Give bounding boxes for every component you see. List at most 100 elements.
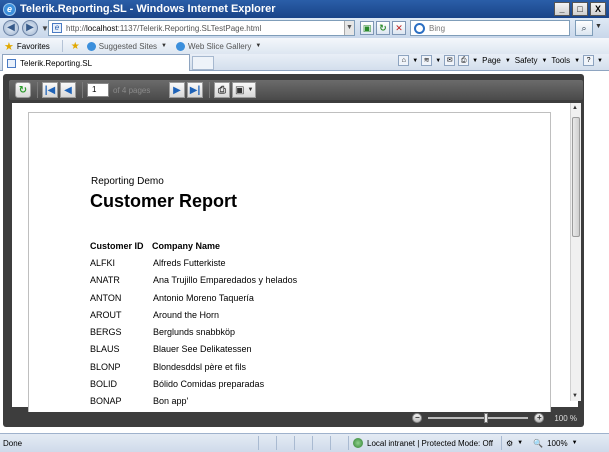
search-box[interactable]: Bing <box>410 20 570 36</box>
compatibility-view-icon[interactable]: ▣ <box>360 21 374 35</box>
save-icon: ▣ <box>235 84 245 96</box>
first-page-button[interactable]: |◀ <box>42 82 58 98</box>
company-name-cell: Alfreds Futterkiste <box>153 258 226 268</box>
customer-id-cell: ANATR <box>90 275 120 285</box>
suggested-sites-icon <box>86 41 96 51</box>
protected-mode-icon[interactable]: ⚙ <box>506 439 513 448</box>
scroll-up-icon[interactable]: ▲ <box>572 105 578 111</box>
customer-id-cell: AROUT <box>90 310 122 320</box>
zoom-in-button[interactable]: + <box>534 413 545 423</box>
suggested-sites-dropdown-icon[interactable]: ▼ <box>161 43 167 49</box>
page-menu-dropdown-icon[interactable]: ▼ <box>505 58 511 64</box>
refresh-icon[interactable]: ↻ <box>376 21 390 35</box>
customer-id-cell: ANTON <box>90 293 122 303</box>
page-menu[interactable]: Page <box>482 56 501 65</box>
report-title: Customer Report <box>90 191 238 211</box>
favorites-star-icon: ★ <box>4 40 14 53</box>
status-pane <box>294 436 312 450</box>
last-page-button[interactable]: ▶| <box>187 82 203 98</box>
add-favorite-icon[interactable]: ★ <box>71 41 80 52</box>
export-dropdown-icon: ▼ <box>247 87 254 93</box>
browser-zoom-dropdown-icon[interactable]: ▼ <box>572 440 578 446</box>
zoom-magnifier-icon[interactable]: 🔍 <box>533 439 543 448</box>
zoom-level: 100 % <box>554 413 577 423</box>
browser-scroll-area <box>587 71 609 433</box>
company-name-cell: Bon app' <box>153 396 189 406</box>
security-zone[interactable]: Local intranet | Protected Mode: Off <box>348 436 493 450</box>
window-controls: _ □ X <box>554 2 606 16</box>
tools-menu[interactable]: Tools <box>551 56 570 65</box>
tab-row: Telerik.Reporting.SL ⌂ ▼ ≋ ▼ ✉ ⎙ ▼ Page ▼ Sa… <box>0 54 609 71</box>
customer-id-cell: BLONP <box>90 362 121 372</box>
page-number-input[interactable]: 1 <box>87 83 109 97</box>
export-button[interactable]: ▣ ▼ <box>232 82 256 98</box>
page-icon: e <box>52 23 62 33</box>
report-vertical-scrollbar[interactable]: ▲ ▼ <box>570 103 581 401</box>
home-dropdown-icon[interactable]: ▼ <box>412 58 418 64</box>
report-subtitle: Reporting Demo <box>91 176 164 187</box>
web-slice-gallery-link[interactable]: Web Slice Gallery <box>188 42 251 51</box>
zoom-slider-thumb[interactable] <box>484 413 489 423</box>
help-dropdown-icon[interactable]: ▼ <box>597 58 603 64</box>
browser-zoom-level[interactable]: 100% <box>547 439 567 448</box>
close-button[interactable]: X <box>590 2 606 16</box>
home-icon[interactable]: ⌂ <box>398 55 410 66</box>
back-button[interactable]: ◀ <box>3 20 19 36</box>
toolbar-separator <box>37 82 38 98</box>
scroll-down-icon[interactable]: ▼ <box>572 393 578 399</box>
table-row: ANTON Antonio Moreno Taquería <box>29 293 429 307</box>
maximize-button[interactable]: □ <box>572 2 588 16</box>
web-slice-icon <box>175 41 185 51</box>
company-name-cell: Blondesddsl père et fils <box>153 362 247 372</box>
customer-id-cell: BOLID <box>90 379 118 389</box>
suggested-sites-link[interactable]: Suggested Sites <box>99 42 157 51</box>
web-slice-dropdown-icon[interactable]: ▼ <box>255 43 261 49</box>
address-bar[interactable]: e http:// localhost :1137/Telerik.Report… <box>48 20 355 36</box>
address-path: :1137/Telerik.Reporting.SLTestPage.html <box>117 23 262 33</box>
refresh-report-button[interactable]: ↻ <box>15 82 31 98</box>
next-page-button[interactable]: ▶ <box>169 82 185 98</box>
minimize-button[interactable]: _ <box>554 2 570 16</box>
report-page: Reporting Demo Customer Report Customer … <box>28 112 551 412</box>
feeds-dropdown-icon[interactable]: ▼ <box>435 58 441 64</box>
security-zone-label: Local intranet | Protected Mode: Off <box>367 438 493 448</box>
feeds-icon[interactable]: ≋ <box>421 55 433 66</box>
stop-icon[interactable]: ✕ <box>392 21 406 35</box>
mail-icon[interactable]: ✉ <box>444 55 456 66</box>
previous-page-button[interactable]: ◀ <box>60 82 76 98</box>
zoom-out-button[interactable]: − <box>412 413 423 423</box>
tools-menu-dropdown-icon[interactable]: ▼ <box>574 58 580 64</box>
table-row: ALFKI Alfreds Futterkiste <box>29 258 429 272</box>
company-name-cell: Ana Trujillo Emparedados y helados <box>153 275 298 285</box>
address-host: localhost <box>86 23 118 33</box>
safety-menu[interactable]: Safety <box>515 56 538 65</box>
company-name-cell: Bólido Comidas preparadas <box>153 379 265 389</box>
address-dropdown-icon[interactable]: ▼ <box>344 21 354 35</box>
column-header-customer-id: Customer ID <box>90 241 144 251</box>
zoom-slider[interactable] <box>428 413 529 423</box>
report-viewer-statusbar: − + 100 % <box>9 410 583 426</box>
company-name-cell: Around the Horn <box>153 310 220 320</box>
print-icon[interactable]: ⎙ <box>458 55 470 66</box>
forward-button[interactable]: ▶ <box>22 20 38 36</box>
print-dropdown-icon[interactable]: ▼ <box>472 58 478 64</box>
favorites-button[interactable]: Favorites <box>17 42 50 51</box>
tab-label: Telerik.Reporting.SL <box>20 58 93 68</box>
new-tab-button[interactable] <box>192 56 214 70</box>
table-row: BERGS Berglunds snabbköp <box>29 327 429 341</box>
search-button[interactable]: ⌕ <box>575 20 593 36</box>
print-button[interactable]: ⎙ <box>214 82 230 98</box>
scrollbar-thumb[interactable] <box>572 117 580 237</box>
company-name-cell: Blauer See Delikatessen <box>153 344 252 354</box>
company-name-cell: Berglunds snabbköp <box>153 327 236 337</box>
table-row: BOLID Bólido Comidas preparadas <box>29 379 429 393</box>
protected-mode-dropdown-icon[interactable]: ▼ <box>517 440 523 446</box>
status-pane <box>330 436 348 450</box>
status-pane <box>312 436 330 450</box>
command-bar: ⌂ ▼ ≋ ▼ ✉ ⎙ ▼ Page ▼ Safety ▼ Tools ▼ ? ▼ <box>398 55 603 66</box>
search-dropdown-icon[interactable]: ▼ <box>595 23 602 30</box>
tab-telerik-reporting[interactable]: Telerik.Reporting.SL <box>2 54 190 71</box>
safety-menu-dropdown-icon[interactable]: ▼ <box>541 58 547 64</box>
company-name-cell: Antonio Moreno Taquería <box>153 293 254 303</box>
help-icon[interactable]: ? <box>583 55 595 66</box>
